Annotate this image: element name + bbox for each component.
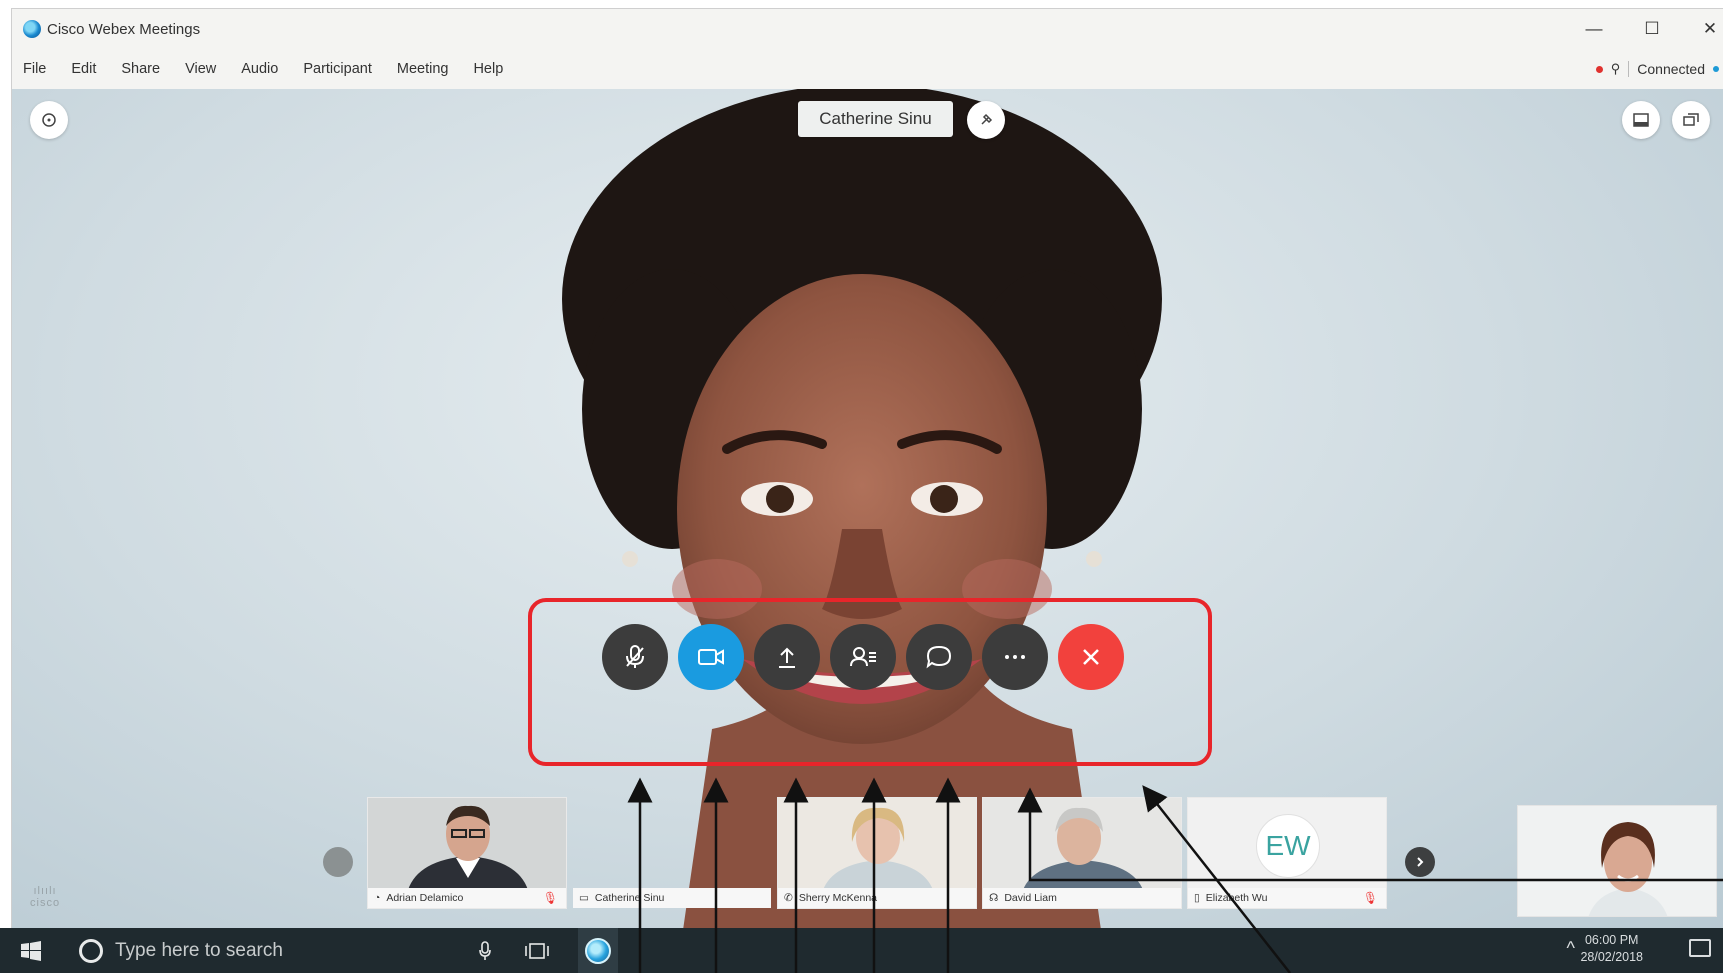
start-video-button[interactable] [678, 624, 744, 690]
microphone-icon[interactable] [470, 928, 500, 973]
headset-icon: ☊ [989, 892, 999, 904]
start-button[interactable] [11, 928, 51, 973]
mic-muted-icon: 🎙 [542, 891, 558, 905]
participant-name: David Liam [1004, 892, 1057, 904]
clock-time: 06:00 PM [1584, 933, 1639, 947]
tray-expand-icon[interactable]: ^ [1567, 938, 1575, 959]
window-controls: — ☐ ✕ [1565, 9, 1723, 49]
video-device-icon: ▭ [579, 892, 589, 904]
participant-label: ◔ Adrian Delamico 🎙 [368, 888, 566, 908]
info-icon[interactable] [30, 101, 68, 139]
connection-dot-icon [1713, 66, 1719, 72]
clock-date: 28/02/2018 [1580, 950, 1643, 964]
pin-icon[interactable]: ⚲ [1611, 61, 1621, 77]
end-call-icon [1083, 649, 1099, 665]
phone-icon: ✆ [784, 892, 793, 904]
cortana-icon [79, 938, 103, 963]
mobile-device-icon: ▯ [1194, 892, 1200, 904]
participants-button[interactable] [830, 624, 896, 690]
title-bar: Cisco Webex Meetings — ☐ ✕ [12, 9, 1723, 49]
close-window-button[interactable]: ✕ [1681, 9, 1723, 49]
chat-button[interactable] [906, 624, 972, 690]
participant-thumbnail[interactable]: ◔ Adrian Delamico 🎙 [367, 797, 567, 909]
chevron-right-icon [1417, 857, 1424, 867]
menu-meeting[interactable]: Meeting [397, 61, 449, 77]
menu-help[interactable]: Help [473, 61, 503, 77]
self-view-video[interactable] [1517, 805, 1717, 917]
minimize-button[interactable]: — [1565, 9, 1623, 49]
participant-label: ▯ Elizabeth Wu 🎙 [1188, 888, 1386, 908]
mic-muted-icon: 🎙 [1362, 891, 1378, 905]
participant-label: ☊ David Liam [983, 888, 1181, 908]
window-title: Cisco Webex Meetings [47, 20, 201, 38]
recording-indicator-icon [1595, 65, 1603, 73]
scroll-right-button[interactable] [1405, 847, 1435, 877]
share-upload-icon [779, 647, 795, 668]
webex-app-icon [585, 937, 611, 964]
layout-icon[interactable] [1622, 101, 1660, 139]
participant-thumbnail[interactable]: ✆ Sherry McKenna [777, 797, 977, 909]
maximize-button[interactable]: ☐ [1623, 9, 1681, 49]
webex-client-icon: ◔ [374, 892, 381, 904]
more-options-icon [1005, 655, 1025, 659]
video-camera-icon [698, 649, 724, 665]
lock-speaker-icon[interactable] [967, 101, 1005, 139]
menu-participant[interactable]: Participant [303, 61, 372, 77]
meeting-controls [602, 624, 1124, 690]
action-center-icon[interactable] [1689, 939, 1711, 957]
task-view-icon[interactable] [520, 928, 554, 973]
video-stage: Catherine Sinu ◔ Adrian Delamico 🎙 ▭ Cat… [12, 89, 1723, 930]
menu-edit[interactable]: Edit [71, 61, 96, 77]
share-content-button[interactable] [754, 624, 820, 690]
leave-meeting-button[interactable] [1058, 624, 1124, 690]
self-view-image [1518, 806, 1716, 916]
active-speaker-name: Catherine Sinu [798, 101, 953, 137]
webex-window: Cisco Webex Meetings — ☐ ✕ File Edit Sha… [11, 8, 1723, 930]
mute-button[interactable] [602, 624, 668, 690]
participant-name: Catherine Sinu [594, 892, 665, 904]
taskbar-search-placeholder: Type here to search [115, 939, 283, 961]
participant-label: ✆ Sherry McKenna [778, 888, 976, 908]
webex-taskbar-icon[interactable] [578, 928, 618, 973]
menu-view[interactable]: View [185, 61, 216, 77]
participant-initials-avatar: EW [1256, 814, 1320, 878]
cisco-logo: ılıılı cisco [30, 885, 60, 909]
participant-name: Sherry McKenna [798, 892, 878, 904]
participants-icon [850, 647, 876, 667]
connection-status: ⚲ Connected [1595, 49, 1723, 89]
participant-thumbnail[interactable]: EW ▯ Elizabeth Wu 🎙 [1187, 797, 1387, 909]
menu-file[interactable]: File [23, 61, 46, 77]
full-screen-icon[interactable] [1672, 101, 1710, 139]
chat-bubble-icon [926, 645, 952, 669]
more-options-button[interactable] [982, 624, 1048, 690]
cisco-logo-bars-icon: ılıılı [33, 885, 57, 897]
windows-logo-icon [21, 940, 41, 961]
menu-audio[interactable]: Audio [241, 61, 278, 77]
participant-thumbnail[interactable]: ▭ Catherine Sinu [572, 797, 772, 909]
menu-bar: File Edit Share View Audio Participant M… [12, 49, 1723, 89]
participant-thumbnail[interactable]: ☊ David Liam [982, 797, 1182, 909]
webex-logo-icon [23, 20, 41, 38]
participant-name: Elizabeth Wu [1205, 892, 1268, 904]
windows-taskbar: Type here to search ^ 06:00 PM 28/02/201… [0, 928, 1723, 973]
participant-video [368, 798, 566, 890]
taskbar-clock[interactable]: 06:00 PM 28/02/2018 [1580, 932, 1643, 966]
taskbar-search[interactable]: Type here to search [79, 938, 283, 963]
menu-share[interactable]: Share [121, 61, 160, 77]
participant-name: Adrian Delamico [386, 892, 464, 904]
participant-label: ▭ Catherine Sinu [573, 888, 771, 908]
participant-video [778, 798, 976, 890]
connection-status-text: Connected [1637, 61, 1705, 77]
scroll-left-button[interactable] [323, 847, 353, 877]
status-divider [1628, 61, 1630, 77]
mic-muted-icon [626, 645, 644, 668]
cisco-wordmark: cisco [30, 897, 61, 909]
participant-video [983, 798, 1181, 890]
